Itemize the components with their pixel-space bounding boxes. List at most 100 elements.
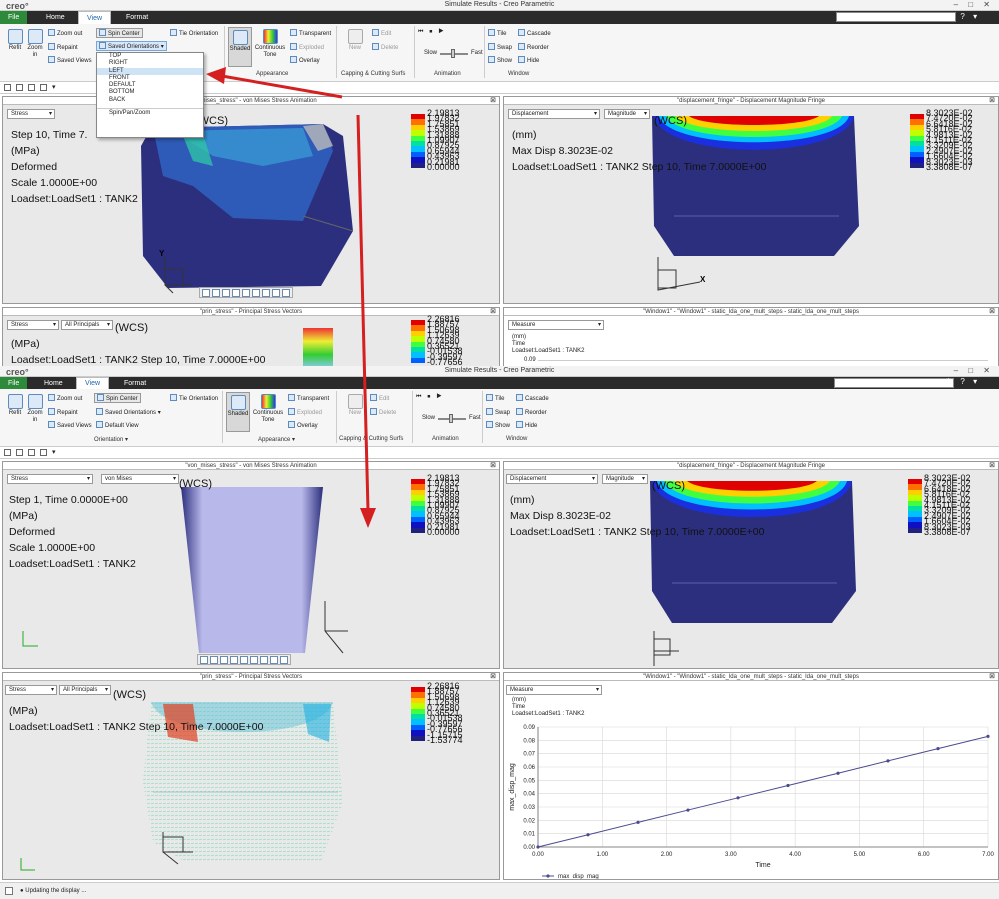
qat-dropdown-icon[interactable]: ▾ <box>52 448 56 456</box>
print-icon[interactable] <box>40 84 47 91</box>
repaint-button[interactable]: Repaint <box>48 408 78 416</box>
default-view-button[interactable]: Default View <box>96 421 139 429</box>
refit-button[interactable]: Refit <box>4 394 26 417</box>
delete-button[interactable]: Delete <box>372 43 398 51</box>
x-tick-label: 6.00 <box>918 852 930 858</box>
result-type-select[interactable]: Stress <box>7 320 59 330</box>
continuous-tone-button[interactable]: Continuous Tone <box>252 394 284 424</box>
saved-views-button[interactable]: Saved Views <box>48 421 92 429</box>
open-file-icon[interactable] <box>16 449 23 456</box>
qat-dropdown-icon[interactable]: ▾ <box>52 83 56 91</box>
animation-controls[interactable]: ⏮⏹▶ <box>418 29 450 36</box>
open-file-icon[interactable] <box>16 84 23 91</box>
zoom-out-button[interactable]: Zoom out <box>48 394 82 402</box>
cascade-button[interactable]: Cascade <box>518 29 551 37</box>
reorder-button[interactable]: Reorder <box>518 43 549 51</box>
saved-views-button[interactable]: Saved Views <box>48 56 92 64</box>
overlay-button[interactable]: Overlay <box>288 421 318 429</box>
saved-orientations-button[interactable]: Saved Orientations ▾ <box>96 408 161 416</box>
reorder-button[interactable]: Reorder <box>516 408 547 416</box>
swap-button[interactable]: Swap <box>486 408 510 416</box>
new-file-icon[interactable] <box>4 449 11 456</box>
measure-select[interactable]: Measure <box>508 320 604 330</box>
tab-file[interactable]: File <box>0 377 28 389</box>
tile-button[interactable]: Tile <box>486 394 504 402</box>
menu-item-right[interactable]: RIGHT <box>97 60 203 67</box>
help-icons[interactable]: ⚙ ? ▾ <box>945 377 980 386</box>
edit-button[interactable]: Edit <box>372 29 391 37</box>
close-icon[interactable]: ⊠ <box>490 673 496 681</box>
tab-view[interactable]: View <box>78 11 112 24</box>
zoom-out-button[interactable]: Zoom out <box>48 29 82 37</box>
speed-slider-thumb[interactable] <box>449 414 453 423</box>
close-icon[interactable]: ⊠ <box>490 97 496 105</box>
new-file-icon[interactable] <box>4 84 11 91</box>
exploded-button[interactable]: Exploded <box>290 43 324 51</box>
menu-item-left[interactable]: LEFT <box>97 67 203 75</box>
menu-item-top[interactable]: TOP <box>97 53 203 60</box>
tab-format[interactable]: Format <box>116 377 154 389</box>
menu-item-spin-pan-zoom[interactable]: Spin/Pan/Zoom <box>97 108 203 116</box>
tile-button[interactable]: Tile <box>488 29 506 37</box>
new-capping-button[interactable]: New <box>344 394 366 417</box>
speed-slider-thumb[interactable] <box>451 49 455 58</box>
close-icon[interactable]: ⊠ <box>989 673 995 681</box>
status-toggle-icon[interactable] <box>5 887 13 895</box>
saved-orientations-button[interactable]: Saved Orientations ▾ <box>96 41 167 51</box>
tab-home[interactable]: Home <box>38 11 73 24</box>
repaint-button[interactable]: Repaint <box>48 43 78 51</box>
tie-orientation-button[interactable]: Tie Orientation <box>170 29 218 37</box>
show-button[interactable]: Show <box>486 421 510 429</box>
shaded-button[interactable]: Shaded <box>228 27 252 67</box>
tab-home[interactable]: Home <box>36 377 71 389</box>
refit-button[interactable]: Refit <box>4 29 26 52</box>
swap-button[interactable]: Swap <box>488 43 512 51</box>
print-icon[interactable] <box>40 449 47 456</box>
transparent-button[interactable]: Transparent <box>288 394 329 402</box>
zoom-in-button[interactable]: Zoom in <box>26 29 44 59</box>
close-icon[interactable]: ⊠ <box>490 462 496 470</box>
window-controls[interactable]: ‒ □ ✕ <box>954 0 994 9</box>
new-capping-button[interactable]: New <box>344 29 366 52</box>
exploded-button[interactable]: Exploded <box>288 408 322 416</box>
close-icon[interactable]: ⊠ <box>490 308 496 316</box>
menu-item-front[interactable]: FRONT <box>97 75 203 82</box>
transparent-button[interactable]: Transparent <box>290 29 331 37</box>
hide-button[interactable]: Hide <box>518 56 539 64</box>
animation-controls[interactable]: ⏮⏹▶ <box>416 394 448 401</box>
menu-item-default[interactable]: DEFAULT <box>97 82 203 89</box>
tab-view[interactable]: View <box>76 377 110 389</box>
orientation-icon <box>99 42 106 49</box>
show-button[interactable]: Show <box>488 56 512 64</box>
measure-select[interactable]: Measure <box>506 685 602 695</box>
overlay-button[interactable]: Overlay <box>290 56 320 64</box>
data-point <box>586 833 590 837</box>
search-input[interactable] <box>834 378 954 388</box>
close-icon[interactable]: ⊠ <box>989 97 995 105</box>
tab-file[interactable]: File <box>0 11 28 24</box>
spin-center-button[interactable]: Spin Center <box>94 393 141 403</box>
view-toolbar[interactable] <box>199 287 293 298</box>
cascade-button[interactable]: Cascade <box>516 394 549 402</box>
shaded-button[interactable]: Shaded <box>226 392 250 432</box>
close-icon[interactable]: ⊠ <box>989 462 995 470</box>
menu-item-bottom[interactable]: BOTTOM <box>97 89 203 96</box>
delete-button[interactable]: Delete <box>370 408 396 416</box>
spin-center-button[interactable]: Spin Center <box>96 28 143 38</box>
tie-orientation-button[interactable]: Tie Orientation <box>170 394 218 402</box>
window-controls[interactable]: ‒ □ ✕ <box>954 366 994 375</box>
edit-button[interactable]: Edit <box>370 394 389 402</box>
save-icon[interactable] <box>28 449 35 456</box>
hide-button[interactable]: Hide <box>516 421 537 429</box>
tab-format[interactable]: Format <box>118 11 156 24</box>
zoom-in-icon <box>27 29 43 44</box>
component-select[interactable]: All Principals <box>61 320 113 330</box>
close-icon[interactable]: ⊠ <box>989 308 995 316</box>
save-icon[interactable] <box>28 84 35 91</box>
zoom-in-button[interactable]: Zoom in <box>26 394 44 424</box>
search-input[interactable] <box>836 12 956 22</box>
help-icons[interactable]: ⚙ ? ▾ <box>945 12 980 21</box>
view-toolbar[interactable] <box>197 654 291 665</box>
continuous-tone-button[interactable]: Continuous Tone <box>254 29 286 59</box>
menu-item-back[interactable]: BACK <box>97 97 203 104</box>
